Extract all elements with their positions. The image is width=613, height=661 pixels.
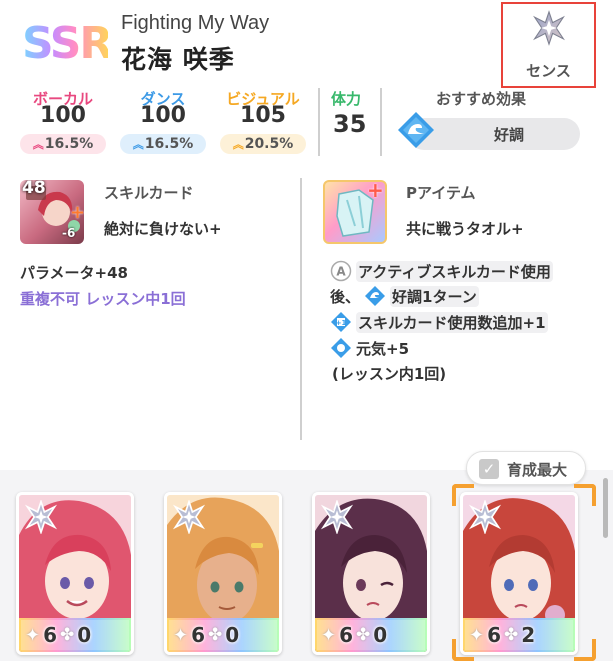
skill-card-cost-badge: -6 xyxy=(62,226,76,240)
card-footer-1: ✦ 6 ✤ 0 xyxy=(19,618,131,652)
vocal-bonus-pill: ︽ 16.5% xyxy=(20,134,106,154)
sparkle-icon: ✦ xyxy=(25,624,41,646)
selection-corner-tl xyxy=(452,484,474,506)
rarity-badge: SSR xyxy=(22,18,113,69)
clover-icon: ✤ xyxy=(504,625,519,645)
good-condition-icon xyxy=(398,112,434,148)
growth-max-toggle[interactable]: ✓ 育成最大 xyxy=(466,451,586,485)
skill-card-name: 絶対に負けない+ xyxy=(104,220,222,238)
sparkle-icon: ✦ xyxy=(321,624,337,646)
sense-plan-icon xyxy=(533,10,565,46)
idol-name: 花海 咲季 xyxy=(121,45,235,74)
sense-badge-icon xyxy=(24,500,58,534)
dance-up-icon: ︽ xyxy=(132,138,144,151)
plan-type-label: センス xyxy=(526,62,571,80)
sparkle-icon: ✦ xyxy=(173,624,189,646)
stamina-label: 体力 xyxy=(331,90,362,108)
dance-value: 100 xyxy=(140,103,186,128)
recommended-effect-label: おすすめ効果 xyxy=(436,90,527,108)
card-list-scrollbar[interactable] xyxy=(603,478,608,538)
clover-icon: ✤ xyxy=(208,625,223,645)
skill-card-effect: パラメータ+48 xyxy=(20,264,128,282)
card-footer-4: ✦ 6 ✤ 2 xyxy=(463,618,575,652)
svg-text:A: A xyxy=(336,265,346,279)
p-item-name: 共に戦うタオル+ xyxy=(406,220,524,238)
checkbox-check-icon[interactable]: ✓ xyxy=(479,459,499,479)
visual-bonus-pill: ︽ 20.5% xyxy=(220,134,306,154)
p-item-thumbnail[interactable]: + xyxy=(323,180,387,244)
dance-bonus-pill: ︽ 16.5% xyxy=(120,134,206,154)
selection-corner-br xyxy=(574,639,596,661)
vocal-up-icon: ︽ xyxy=(32,138,44,151)
card-title: Fighting My Way xyxy=(121,12,270,34)
card-footer-2: ✦ 6 ✤ 0 xyxy=(167,618,279,652)
skill-card-thumbnail[interactable]: 48 -6 + xyxy=(20,180,84,244)
selection-corner-bl xyxy=(452,639,474,661)
support-card-1[interactable]: ✦ 6 ✤ 0 xyxy=(16,492,134,655)
vocal-bonus: 16.5% xyxy=(44,136,94,152)
vocal-value: 100 xyxy=(40,103,86,128)
skill-card-cost: 48 xyxy=(22,180,46,198)
item-plus-icon: + xyxy=(367,180,384,202)
section-divider xyxy=(300,178,302,440)
skill-card-note: 重複不可 レッスン中1回 xyxy=(20,290,186,308)
active-skill-icon: A xyxy=(330,260,352,282)
sense-badge-icon xyxy=(172,500,206,534)
p-item-effect-line-3: +1 スキルカード使用数追加+1 xyxy=(330,311,548,333)
support-card-4-selected[interactable]: ✦ 6 ✤ 2 xyxy=(460,492,578,655)
clover-icon: ✤ xyxy=(356,625,371,645)
support-card-3[interactable]: ✦ 6 ✤ 0 xyxy=(312,492,430,655)
selection-corner-tr xyxy=(574,484,596,506)
card-footer-3: ✦ 6 ✤ 0 xyxy=(315,618,427,652)
stats-divider xyxy=(318,88,320,156)
good-condition-small-icon xyxy=(364,285,386,307)
stamina-divider xyxy=(380,88,382,156)
p-item-section-label: Pアイテム xyxy=(406,184,476,202)
energy-icon xyxy=(330,337,352,359)
plan-type-button[interactable]: センス xyxy=(501,2,596,88)
visual-up-icon: ︽ xyxy=(232,138,244,151)
p-item-effect-line-5: (レッスン内1回) xyxy=(332,365,447,383)
svg-text:+1: +1 xyxy=(336,319,347,327)
upgrade-plus-icon: + xyxy=(70,202,84,223)
p-item-effect-line-1: A アクティブスキルカード使用 xyxy=(330,260,553,282)
visual-bonus: 20.5% xyxy=(244,136,294,152)
skill-card-count-icon: +1 xyxy=(330,311,352,333)
visual-value: 105 xyxy=(240,103,286,128)
support-card-2[interactable]: ✦ 6 ✤ 0 xyxy=(164,492,282,655)
p-item-effect-line-2: 後、 好調1ターン xyxy=(330,285,479,307)
p-item-effect-line-4: 元気+5 xyxy=(330,337,409,359)
growth-max-label: 育成最大 xyxy=(507,461,568,479)
clover-icon: ✤ xyxy=(60,625,75,645)
skill-card-section-label: スキルカード xyxy=(104,184,194,202)
stamina-value: 35 xyxy=(333,110,367,138)
sense-badge-icon xyxy=(320,500,354,534)
dance-bonus: 16.5% xyxy=(144,136,194,152)
